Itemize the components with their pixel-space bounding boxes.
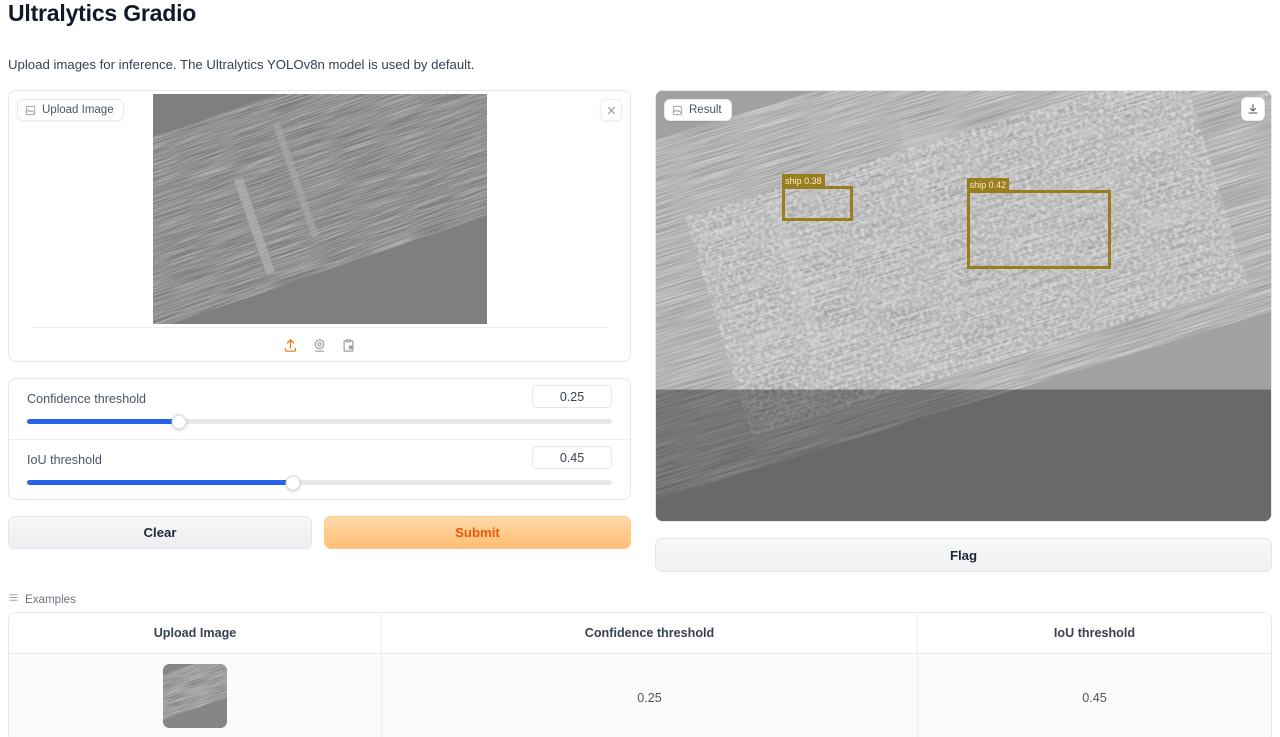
input-column: Upload Image Confidence threshold 0.25 I… (8, 90, 631, 549)
app-root: Ultralytics Gradio Upload images for inf… (0, 0, 1280, 737)
iou-threshold-value[interactable]: 0.45 (532, 446, 612, 469)
image-icon (25, 105, 36, 116)
examples-header: Examples (8, 592, 1272, 606)
clipboard-paste-icon[interactable] (341, 338, 356, 353)
detection-box: ship 0.42 (966, 177, 1112, 270)
examples-header-row: Upload Image Confidence threshold IoU th… (9, 613, 1271, 654)
confidence-threshold-thumb[interactable] (171, 414, 187, 429)
flag-button[interactable]: Flag (655, 538, 1272, 572)
result-chip: Result (664, 99, 732, 121)
table-row[interactable]: 0.25 0.45 (9, 654, 1271, 737)
upload-image-chip-label: Upload Image (42, 104, 114, 116)
confidence-threshold-fill (27, 419, 180, 424)
confidence-threshold-track[interactable] (27, 414, 612, 429)
uploaded-image-stage (9, 91, 630, 327)
page-description: Upload images for inference. The Ultraly… (8, 57, 475, 72)
example-sar-thumbnail (163, 664, 227, 728)
upload-image-chip: Upload Image (17, 99, 124, 121)
iou-threshold-thumb[interactable] (285, 475, 301, 490)
confidence-threshold-label: Confidence threshold (27, 392, 147, 406)
result-chip-label: Result (689, 104, 722, 116)
detection-label: ship 0.38 (782, 174, 825, 190)
detection-box: ship 0.38 (782, 174, 853, 221)
threshold-sliders-panel: Confidence threshold 0.25 IoU threshold … (8, 378, 631, 500)
submit-button[interactable]: Submit (324, 516, 631, 549)
list-icon (8, 592, 19, 606)
column-header-iou[interactable]: IoU threshold (917, 613, 1271, 654)
examples-table: Upload Image Confidence threshold IoU th… (8, 612, 1272, 737)
result-sar-image (656, 91, 1271, 521)
output-column: Result ship 0.42 ship 0.38 Flag (655, 90, 1272, 572)
result-image-panel[interactable]: Result ship 0.42 ship 0.38 (655, 90, 1272, 522)
iou-threshold-label: IoU threshold (27, 453, 102, 467)
iou-threshold-track[interactable] (27, 475, 612, 490)
image-icon (672, 105, 683, 116)
action-buttons: Clear Submit (8, 516, 631, 549)
uploaded-sar-image (152, 94, 487, 324)
upload-image-panel[interactable]: Upload Image (8, 90, 631, 362)
example-confidence-value[interactable]: 0.25 (381, 654, 917, 737)
examples-section: Examples Upload Image Confidence thresho… (8, 592, 1272, 737)
detection-label: ship 0.42 (966, 177, 1010, 193)
webcam-icon[interactable] (312, 338, 327, 353)
column-header-confidence[interactable]: Confidence threshold (381, 613, 917, 654)
page-title: Ultralytics Gradio (8, 0, 197, 26)
iou-threshold-slider: IoU threshold 0.45 (9, 439, 630, 499)
download-icon[interactable] (1241, 97, 1265, 121)
clear-button[interactable]: Clear (8, 516, 312, 549)
confidence-threshold-value[interactable]: 0.25 (532, 385, 612, 408)
image-tools-toolbar (9, 328, 630, 361)
examples-title: Examples (25, 592, 76, 606)
example-thumbnail-cell[interactable] (9, 654, 381, 737)
close-icon[interactable] (600, 99, 622, 121)
column-header-upload-image[interactable]: Upload Image (9, 613, 381, 654)
example-iou-value[interactable]: 0.45 (917, 654, 1271, 737)
iou-threshold-fill (27, 480, 294, 485)
upload-icon[interactable] (283, 338, 298, 353)
confidence-threshold-slider: Confidence threshold 0.25 (9, 379, 630, 439)
